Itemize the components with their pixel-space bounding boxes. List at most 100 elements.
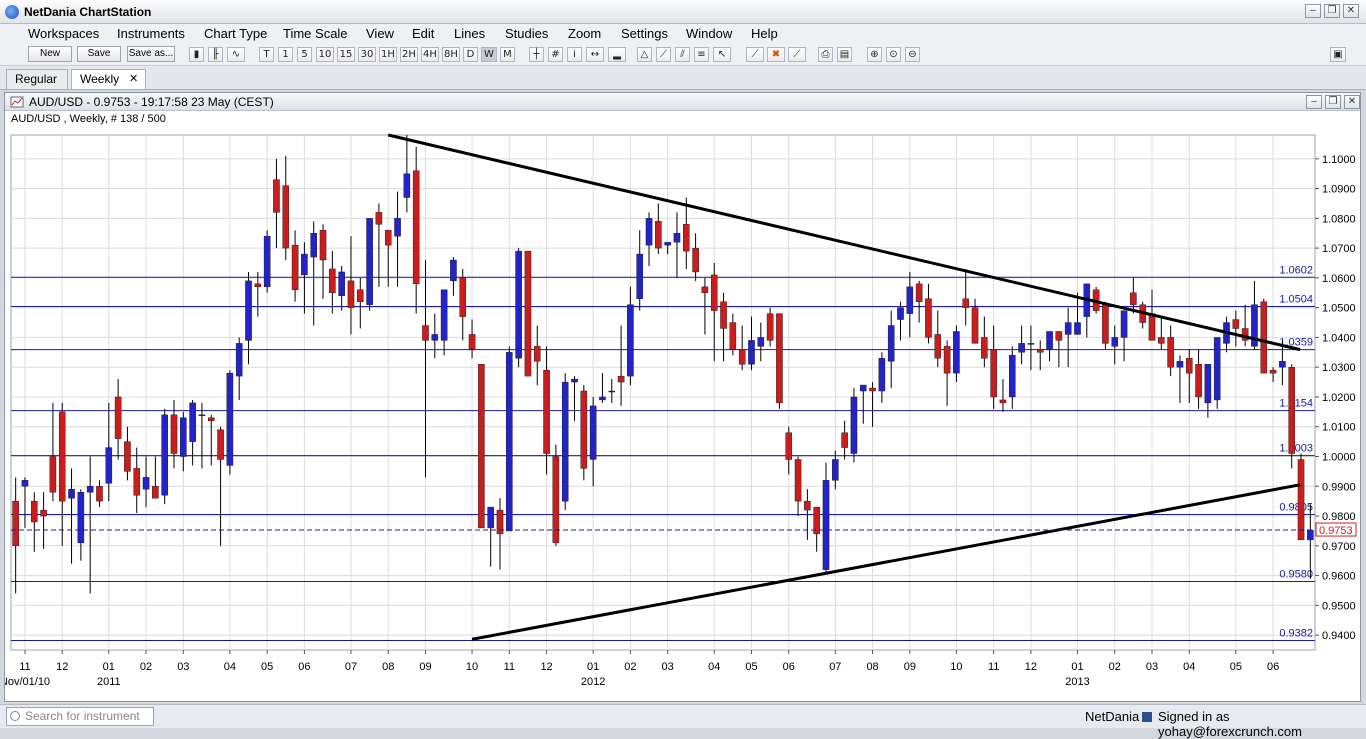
indicator-icon[interactable]: ⟋ [788, 47, 806, 62]
x-tick-label: 12 [56, 661, 68, 673]
tab-regular[interactable]: Regular [6, 69, 68, 89]
timescale-30-button[interactable]: 30 [358, 47, 376, 62]
candle-body [68, 489, 75, 499]
new-button[interactable]: New [28, 46, 72, 62]
x-year-label: 2011 [97, 676, 121, 688]
timescale-t-button[interactable]: T [259, 47, 274, 62]
timescale-2h-button[interactable]: 2H [400, 47, 418, 62]
draw-line-icon[interactable]: ⟋ [746, 47, 764, 62]
candle-body [1213, 337, 1221, 401]
print-preview-icon[interactable]: ▤ [837, 47, 852, 62]
x-tick-label: 09 [419, 661, 431, 673]
menu-lines[interactable]: Lines [454, 26, 485, 41]
candle-body [636, 253, 643, 299]
crosshair-icon[interactable]: ┼ [529, 47, 544, 62]
x-tick-label: 03 [1146, 661, 1158, 673]
candle-body [291, 244, 299, 290]
timescale-1-button[interactable]: 1 [278, 47, 293, 62]
candle-body [459, 277, 467, 317]
candle-body [701, 286, 709, 293]
line-chart-icon[interactable]: ∿ [227, 47, 245, 62]
bell-icon[interactable]: △ [637, 47, 652, 62]
menu-zoom[interactable]: Zoom [568, 26, 601, 41]
timescale-8h-button[interactable]: 8H [442, 47, 460, 62]
print-icon[interactable]: ⎙ [818, 47, 833, 62]
grid-icon[interactable]: # [548, 47, 563, 62]
menu-time-scale[interactable]: Time Scale [283, 26, 348, 41]
save-as-button[interactable]: Save as... [127, 46, 175, 62]
y-tick-label: 1.0800 [1322, 213, 1356, 225]
menu-instruments[interactable]: Instruments [117, 26, 185, 41]
save-button[interactable]: Save [77, 46, 121, 62]
menu-studies[interactable]: Studies [505, 26, 548, 41]
menu-window[interactable]: Window [686, 26, 732, 41]
menu-view[interactable]: View [366, 26, 394, 41]
instrument-search-input[interactable]: Search for instrument [6, 707, 154, 726]
close-icon[interactable]: ✕ [1343, 4, 1359, 18]
candle-body [1158, 337, 1165, 344]
tab-close-icon[interactable]: ✕ [129, 70, 138, 88]
zoom-out-icon[interactable]: ⊖ [905, 47, 920, 62]
timescale-d-button[interactable]: D [463, 47, 478, 62]
y-tick-label: 0.9800 [1322, 511, 1356, 523]
info-icon[interactable]: i [567, 47, 582, 62]
candle-body [235, 343, 243, 377]
timescale-10-button[interactable]: 10 [316, 47, 334, 62]
tab-regular-label: Regular [15, 72, 58, 86]
candle-body [748, 340, 755, 365]
pointer-icon[interactable]: ↖ [713, 47, 731, 62]
candle-body [161, 414, 168, 496]
candle-body [282, 185, 290, 249]
menu-chart-type[interactable]: Chart Type [204, 26, 267, 41]
delete-lines-icon[interactable]: ✖ [767, 47, 785, 62]
bar-chart-icon[interactable]: ╟ [208, 47, 223, 62]
x-tick-label: 12 [1025, 661, 1037, 673]
candle-body [710, 274, 718, 311]
panel-toggle-icon[interactable]: ▣ [1330, 47, 1346, 62]
scroll-icon[interactable]: ↔ [586, 47, 604, 62]
x-year-label: 2012 [581, 676, 605, 688]
candlestick-chart-icon[interactable]: ▮ [189, 47, 204, 62]
timescale-4h-button[interactable]: 4H [421, 47, 439, 62]
zoom-icon[interactable]: ⊙ [886, 47, 901, 62]
menu-help[interactable]: Help [751, 26, 778, 41]
candle-body [478, 364, 485, 529]
timescale-m-button[interactable]: M [500, 47, 515, 62]
toolbar: New Save Save as... ▮ ╟ ∿ T 1 5 10 15 30… [0, 44, 1366, 66]
timescale-w-button[interactable]: W [481, 47, 497, 62]
menu-workspaces[interactable]: Workspaces [28, 26, 99, 41]
candle-body [375, 212, 383, 225]
trendline-icon[interactable]: ⟋ [656, 47, 671, 62]
status-bar: Search for instrument NetDania Signed in… [0, 704, 1366, 739]
restore-icon[interactable]: ❐ [1324, 4, 1340, 18]
candle-body [832, 459, 839, 481]
candle-body [440, 289, 448, 341]
candle-body [1130, 292, 1137, 305]
candle-body [627, 304, 634, 377]
y-tick-label: 0.9700 [1322, 541, 1356, 553]
zoom-in-icon[interactable]: ⊕ [867, 47, 882, 62]
candle-body [664, 241, 671, 246]
fibonacci-icon[interactable]: ≡ [694, 47, 709, 62]
volume-icon[interactable]: ▂ [608, 47, 626, 62]
menu-edit[interactable]: Edit [412, 26, 434, 41]
x-tick-label: 08 [382, 661, 394, 673]
timescale-5-button[interactable]: 5 [297, 47, 312, 62]
window-controls: – ❐ ✕ [1305, 4, 1359, 18]
candle-body [366, 218, 373, 305]
menu-settings[interactable]: Settings [621, 26, 668, 41]
minimize-icon[interactable]: – [1305, 4, 1321, 18]
timescale-15-button[interactable]: 15 [337, 47, 355, 62]
x-tick-label: 07 [345, 661, 357, 673]
candle-body [962, 298, 969, 308]
tab-weekly[interactable]: Weekly ✕ [71, 69, 146, 89]
candle-body [720, 301, 727, 329]
candle-body [915, 283, 923, 302]
channel-icon[interactable]: ⫽ [675, 47, 690, 62]
timescale-1h-button[interactable]: 1H [379, 47, 397, 62]
candle-body [384, 230, 392, 246]
price-chart[interactable]: 1.1000 1.0900 1.0800 1.0700 1.0600 1.0500 1.04… [5, 93, 1360, 701]
x-tick-label: 04 [708, 661, 720, 673]
candle-body [431, 334, 439, 341]
workspace-tabs: Regular Weekly ✕ [0, 66, 1366, 90]
